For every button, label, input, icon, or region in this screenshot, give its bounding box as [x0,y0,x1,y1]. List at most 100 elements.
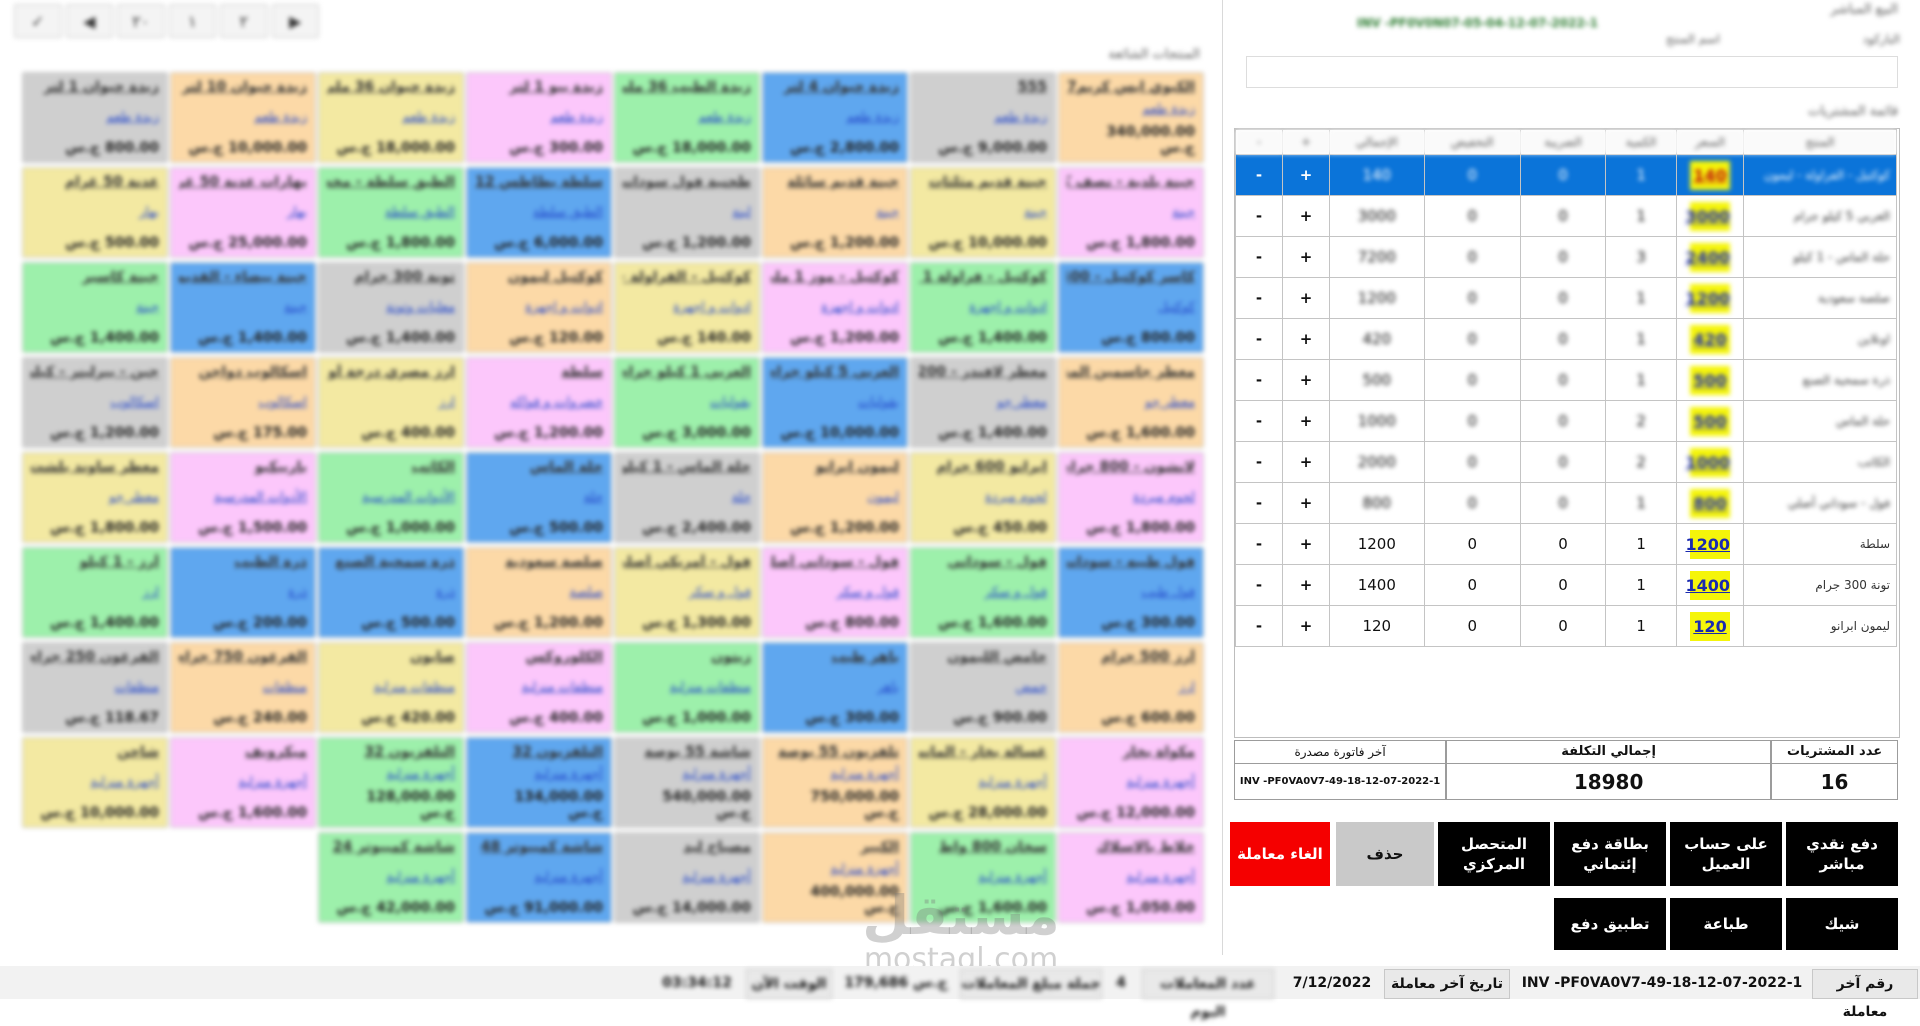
increase-qty-button[interactable]: + [1282,154,1330,196]
prev-page-button[interactable]: ◀ [65,4,113,38]
product-tile[interactable]: الفرعون 250 جرام منظفات 118.67 ج.س [22,642,168,733]
cart-item-price[interactable]: 2400 [1685,242,1730,272]
increase-qty-button[interactable]: + [1282,523,1330,565]
increase-qty-button[interactable]: + [1282,277,1330,319]
product-tile[interactable]: اسكالوب دواجن اسكالوب 175.00 ج.س [170,357,316,448]
product-tile[interactable]: زبدة حيوان 36 ملي زبدة طعم 18,000.00 ج.س [318,72,464,163]
central-collector-button[interactable]: المتحصل المركزي [1438,822,1550,886]
product-tile[interactable]: باهر طيب باهر 300.00 ج.س [762,642,908,733]
cash-payment-button[interactable]: دفع نقدي مباشر [1786,822,1898,886]
product-tile[interactable]: كوكتيل ليمون ادوات و اجهزة 120.00 ج.س [466,262,612,353]
product-tile[interactable]: جبنة بيضاء - القديم جبنة 1,400.00 ج.س [170,262,316,353]
product-tile[interactable]: حلة الماس حلة 500.00 ج.س [466,452,612,543]
product-tile[interactable]: أرز 500 جرام ارز 600.00 ج.س [1058,642,1204,733]
product-tile[interactable]: ابرانو 600 جرام لحوم مبردة 450.00 ج.س [910,452,1056,543]
confirm-button[interactable]: ✓ [14,4,62,38]
product-tile[interactable]: جبنة قديم مثلثات جبنة 10,000.00 ج.س [910,167,1056,258]
product-tile[interactable]: جبن - بيرلينر - كيلو اسكالوب 1,200.00 ج.س [22,357,168,448]
increase-qty-button[interactable]: + [1282,359,1330,401]
product-tile[interactable]: ليمون ابرانو ليمون 1,200.00 ج.س [762,452,908,543]
product-tile[interactable]: مصباح ليد أجهزة منزلية 14,000.00 ج.س [614,832,760,923]
increase-qty-button[interactable]: + [1282,605,1330,647]
product-tile[interactable]: زيتون منظفات منزلية 1,000.00 ج.س [614,642,760,733]
decrease-qty-button[interactable]: - [1235,195,1283,237]
decrease-qty-button[interactable]: - [1235,359,1283,401]
cart-row[interactable]: العربي 5 كيلو جرام 3000 1 0 0 3000 + - [1235,195,1897,237]
product-tile[interactable]: مكواة بخار أجهزة منزلية 12,000.00 ج.س [1058,737,1204,828]
product-tile[interactable]: زبدة الطيب 36 ملي زبدة طعم 18,000.00 ج.س [614,72,760,163]
product-tile[interactable]: زبدة بيو 1 لتر زبدة طعم 300.00 ج.س [466,72,612,163]
cart-row[interactable]: تونة 300 جرام 1400 1 0 0 1400 + - [1235,564,1897,606]
decrease-qty-button[interactable]: - [1235,236,1283,278]
increase-qty-button[interactable]: + [1282,195,1330,237]
product-tile[interactable]: صلصة سعودية صلصة 1,200.00 ج.س [466,547,612,638]
delete-button[interactable]: حذف [1336,822,1434,886]
product-tile[interactable]: زبدة حيوان 1 لتر زبدة طعم 800.00 ج.س [22,72,168,163]
cheque-button[interactable]: شيك [1786,898,1898,950]
decrease-qty-button[interactable]: - [1235,564,1283,606]
product-tile[interactable]: العربي 1 كيلو جرام بقوليات 3,000.00 ج.س [614,357,760,448]
product-tile[interactable]: 555 زبدة طعم 9,000.00 ج.س [910,72,1056,163]
cart-row[interactable]: كوكتيل - الفراولة - ليمون 140 1 0 0 140 + - [1235,154,1897,196]
cart-item-price[interactable]: 500 [1690,406,1730,436]
product-tile[interactable]: كاسر كوكتيل - 400 كوكتيل 800.00 ج.س [1058,262,1204,353]
payment-app-button[interactable]: تطبيق دفع [1554,898,1666,950]
decrease-qty-button[interactable]: - [1235,605,1283,647]
product-tile[interactable]: معطر لافندر - 200 معطر جو 1,400.00 ج.س [910,357,1056,448]
product-tile[interactable]: الكيوي ايس كريم7 زبدة طعم 340,000.00 ج.س [1058,72,1204,163]
decrease-qty-button[interactable]: - [1235,154,1283,196]
product-tile[interactable]: حلة الماس - 1 كيلو حلة 2,400.00 ج.س [614,452,760,543]
product-tile[interactable]: التلفزيون 32 أجهزة منزلية 134,000.00 ج.س [466,737,612,828]
barcode-input[interactable] [1246,56,1898,88]
cart-row[interactable]: حلة الماس 500 2 0 0 1000 + - [1235,400,1897,442]
decrease-qty-button[interactable]: - [1235,277,1283,319]
cart-row[interactable]: ليمون ابرانو 120 1 0 0 120 + - [1235,605,1897,647]
product-tile[interactable]: باربيكيو الأدوات المدرسية 1,500.00 ج.س [170,452,316,543]
product-tile[interactable]: ذرة سمحية الصنع ذرة 500.00 ج.س [318,547,464,638]
product-tile[interactable]: فول - أمريكي أصلي فول و سكر 1,300.00 ج.س [614,547,760,638]
cart-item-price[interactable]: 800 [1690,488,1730,518]
product-tile[interactable]: الكلوروكس منظفات منزلية 400.00 ج.س [466,642,612,733]
decrease-qty-button[interactable]: - [1235,400,1283,442]
product-tile[interactable]: حامض الليمون حمض 900.00 ج.س [910,642,1056,733]
product-tile[interactable]: عدنة 50 غرام بهار 500.00 ج.س [22,167,168,258]
product-tile[interactable]: لانشون - 800 جرام لحوم مبردة 1,800.00 ج.س [1058,452,1204,543]
product-tile[interactable]: الكاتب الأدوات المدرسية 1,000.00 ج.س [318,452,464,543]
product-tile[interactable]: شاشة 55 بوصة أجهزة منزلية 540,000.00 ج.س [614,737,760,828]
cart-item-price[interactable]: 120 [1690,611,1730,641]
increase-qty-button[interactable]: + [1282,236,1330,278]
product-tile[interactable]: سلطة بطاطس 12 الطبق سلطة 6,000.00 ج.س [466,167,612,258]
product-tile[interactable]: زبدة حيوان 10 لتر زبدة طعم 10,000.00 ج.س [170,72,316,163]
product-tile[interactable]: كوكتيل - موز 1 ملي ادوات و اجهزة 1,200.00 … [762,262,908,353]
product-tile[interactable]: شاحن أجهزة منزلية 10,000.00 ج.س [22,737,168,828]
product-tile[interactable]: فول طيبه - سوداني فول طيب 300.00 ج.س [1058,547,1204,638]
cart-item-price[interactable]: 140 [1690,160,1730,190]
product-tile[interactable]: صابون منظفات منزلية 420.00 ج.س [318,642,464,733]
cart-item-price[interactable]: 1400 [1685,570,1730,600]
increase-qty-button[interactable]: + [1282,400,1330,442]
product-tile[interactable]: التلفزيون 32 أجهزة منزلية 128,000.00 ج.س [318,737,464,828]
cart-row[interactable]: اونلاين 420 1 0 0 420 + - [1235,318,1897,360]
product-tile[interactable]: فول - سوداني أصلي فول و سكر 800.00 ج.س [762,547,908,638]
product-tile[interactable]: شاشة كمبيوتر 48 أجهزة منزلية 91,000.00 ج.س [466,832,612,923]
cart-item-price[interactable]: 1200 [1685,529,1730,559]
product-tile[interactable]: الفرعون 750 جرام منظفات 240.00 ج.س [170,642,316,733]
increase-qty-button[interactable]: + [1282,441,1330,483]
product-tile[interactable]: زبدة حيوان 4 لتر زبدة طعم 2,800.00 ج.س [762,72,908,163]
product-tile[interactable]: كوكتيل - الفراولة - ليمون ادوات و اجهزة 14… [614,262,760,353]
product-tile[interactable]: ارز مصري درجة أولى ارز 400.00 ج.س [318,357,464,448]
product-tile[interactable]: تونة 300 جرام معلبات وتونة 1,400.00 ج.س [318,262,464,353]
cart-item-price[interactable]: 500 [1690,365,1730,395]
cart-row[interactable]: حلة الماس - 1 كيلو 2400 3 0 0 7200 + - [1235,236,1897,278]
product-tile[interactable]: الطبق سلطة - مخصوص 1 الطبق سلطة 1,800.00 ج… [318,167,464,258]
product-tile[interactable]: تلفزيون 55 بوصة أجهزة منزلية 750,000.00 ج.… [762,737,908,828]
product-tile[interactable]: جبنة بلدية - نصف كيلو جبنة 1,800.00 ج.س [1058,167,1204,258]
cart-row[interactable]: صلصة سعودية 1200 1 0 0 1200 + - [1235,277,1897,319]
increase-qty-button[interactable]: + [1282,482,1330,524]
credit-card-button[interactable]: بطاقة دفع إئتماني [1554,822,1666,886]
cart-row[interactable]: سلطة 1200 1 0 0 1200 + - [1235,523,1897,565]
increase-qty-button[interactable]: + [1282,564,1330,606]
cart-item-price[interactable]: 1000 [1685,447,1730,477]
product-tile[interactable]: سلطة خضروات و فواكه 1,200.00 ج.س [466,357,612,448]
product-tile[interactable]: فول - سوداني فول و سكر 1,600.00 ج.س [910,547,1056,638]
